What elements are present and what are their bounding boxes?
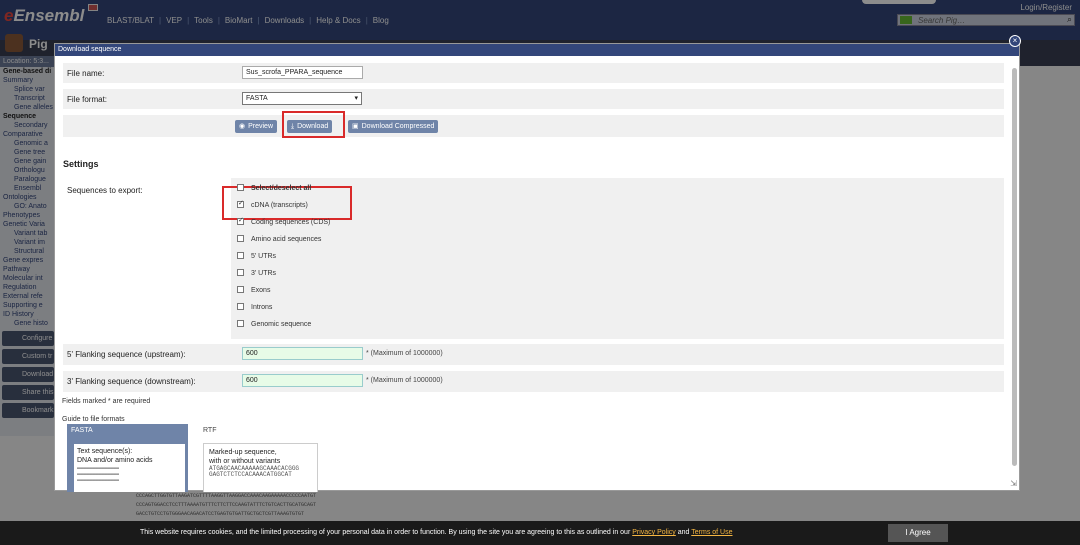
file-format-value: FASTA [246,95,268,102]
dialog-body: File name: Sus_scrofa_PPARA_sequence Fil… [55,56,1010,492]
preview-label: Preview [248,123,274,130]
sequence-checkbox[interactable]: 3' UTRs [237,269,276,277]
sequence-checkbox[interactable]: cDNA (transcripts) [237,199,308,209]
fasta-desc-1: Text sequence(s): [77,448,133,455]
flank-upstream-hint: * (Maximum of 1000000) [366,350,443,357]
file-format-row: File format: FASTA ▾ [63,89,1004,109]
file-name-input[interactable]: Sus_scrofa_PPARA_sequence [242,66,363,79]
file-format-select[interactable]: FASTA ▾ [242,92,362,105]
rtf-card-title: RTF [203,427,217,434]
close-icon[interactable]: × [1009,35,1021,47]
guide-label: Guide to file formats [62,416,125,423]
checkbox-icon[interactable] [237,184,244,191]
agree-button[interactable]: I Agree [888,524,948,542]
resize-handle-icon[interactable]: ⇲ [1010,479,1017,488]
flank-upstream-row: 5' Flanking sequence (upstream): 600 * (… [63,344,1004,365]
checkbox-icon[interactable] [237,216,244,225]
sequence-checkbox[interactable]: Introns [237,303,272,311]
checkbox-icon[interactable] [237,303,244,310]
chevron-down-icon: ▾ [354,95,358,102]
flank-upstream-input[interactable]: 600 [242,347,363,360]
dialog-scrollbar[interactable] [1012,68,1017,466]
flank-downstream-label: 3' Flanking sequence (downstream): [67,377,196,386]
download-sequence-dialog: Download sequence × File name: Sus_scrof… [54,35,1021,492]
terms-of-use-link[interactable]: Terms of Use [691,529,732,536]
action-buttons-row: ◉ Preview ⤓ Download ▣ Download Compressed [63,115,1004,137]
fasta-sample-lines: ▬▬▬▬▬▬▬▬▬▬▬▬▬▬ ▬▬▬▬▬▬▬▬▬▬▬▬▬▬ ▬▬▬▬▬▬▬▬▬▬▬▬… [77,465,120,483]
rtf-desc-1: Marked-up sequence, [209,449,277,456]
download-compressed-button[interactable]: ▣ Download Compressed [348,120,439,133]
flank-downstream-input[interactable]: 600 [242,374,363,387]
eye-icon: ◉ [239,123,246,130]
privacy-policy-link[interactable]: Privacy Policy [632,529,676,536]
dialog-title: Download sequence [55,44,1019,56]
fasta-card-body: Text sequence(s): DNA and/or amino acids… [74,444,185,492]
checkbox-label: Coding sequences (CDS) [251,219,331,226]
checkbox-icon[interactable] [237,286,244,293]
cookie-and: and [675,529,692,536]
checkbox-label: Genomic sequence [251,321,312,328]
checkbox-label: Introns [251,304,273,311]
checkbox-label: cDNA (transcripts) [251,202,308,209]
fasta-card-title: FASTA [71,427,93,434]
checkbox-label: Exons [251,287,271,294]
preview-button[interactable]: ◉ Preview [235,120,278,133]
download-compressed-label: Download Compressed [361,123,435,130]
checkbox-icon[interactable] [237,320,244,327]
sequences-label: Sequences to export: [67,186,143,195]
checkbox-label: 3' UTRs [251,270,277,277]
checkbox-icon[interactable] [237,252,244,259]
cookie-text: This website requires cookies, and the l… [140,529,733,536]
checkbox-icon[interactable] [237,199,244,208]
flank-downstream-hint: * (Maximum of 1000000) [366,377,443,384]
sequence-checkbox[interactable]: Coding sequences (CDS) [237,216,331,226]
settings-heading: Settings [63,159,99,169]
file-name-label: File name: [67,69,105,78]
cookie-banner: This website requires cookies, and the l… [0,521,1080,545]
sequence-checkbox[interactable]: Select/deselect all [237,184,311,192]
archive-icon: ▣ [352,123,359,130]
checkbox-icon[interactable] [237,269,244,276]
file-format-label: File format: [67,95,108,104]
rtf-seq-2: GAGTCTCTCCACAAACATGGCAT [209,471,292,478]
sequence-checkbox[interactable]: 5' UTRs [237,252,276,260]
highlight-download [282,111,345,138]
sequence-checkbox[interactable]: Exons [237,286,270,294]
fasta-desc-2: DNA and/or amino acids [77,457,153,464]
flank-downstream-row: 3' Flanking sequence (downstream): 600 *… [63,371,1004,392]
cookie-message: This website requires cookies, and the l… [140,529,633,536]
checkbox-label: Amino acid sequences [251,236,322,243]
fasta-format-card[interactable]: FASTA Text sequence(s): DNA and/or amino… [67,424,188,492]
checkbox-icon[interactable] [237,235,244,242]
checkbox-label: 5' UTRs [251,253,277,260]
checkbox-label: Select/deselect all [251,185,312,192]
flank-upstream-label: 5' Flanking sequence (upstream): [67,350,186,359]
required-note: Fields marked * are required [62,398,151,405]
sequence-checkbox[interactable]: Amino acid sequences [237,235,321,243]
file-name-row: File name: Sus_scrofa_PPARA_sequence [63,63,1004,83]
sequence-checkbox[interactable]: Genomic sequence [237,320,311,328]
rtf-format-card[interactable]: Marked-up sequence, with or without vari… [203,443,318,492]
